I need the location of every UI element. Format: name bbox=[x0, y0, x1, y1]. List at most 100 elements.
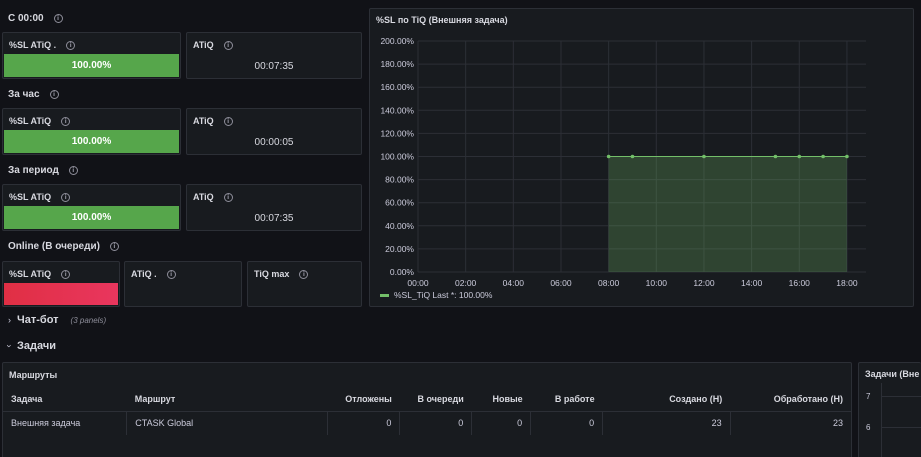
info-icon[interactable]: i bbox=[223, 192, 233, 202]
legend-swatch bbox=[380, 294, 389, 297]
info-icon[interactable]: i bbox=[68, 166, 78, 175]
section-label-text: За час bbox=[8, 89, 40, 100]
panel-title: %SL ATiQ bbox=[9, 116, 52, 126]
column-header[interactable]: В очереди bbox=[399, 387, 472, 412]
chevron-down-icon: › bbox=[4, 344, 15, 348]
sl-value-bar: 100.00% bbox=[4, 206, 179, 229]
sl-value-bar: 100.00% bbox=[4, 130, 179, 153]
column-header[interactable]: Маршрут bbox=[126, 387, 328, 412]
section-label-period: За период i bbox=[8, 165, 78, 176]
data-point bbox=[606, 154, 611, 159]
y-tick-label: 140.00% bbox=[380, 105, 414, 115]
sl-atiq-panel-since-midnight: %SL ATiQ . i 100.00% bbox=[2, 32, 181, 79]
table-cell: Внешняя задача bbox=[3, 411, 128, 435]
y-tick-label: 7 bbox=[866, 392, 871, 401]
section-label-since-midnight: С 00:00 i bbox=[8, 13, 63, 24]
online-tiq-max-panel: TiQ max i bbox=[247, 261, 362, 307]
info-icon[interactable]: i bbox=[166, 269, 176, 279]
panel-title: TiQ max bbox=[254, 269, 290, 279]
x-tick-label: 14:00 bbox=[741, 278, 763, 288]
chevron-right-icon: › bbox=[8, 315, 11, 325]
sl-atiq-panel-last-hour: %SL ATiQ i 100.00% bbox=[2, 108, 181, 155]
table-cell: 0 bbox=[471, 411, 532, 435]
atiq-panel-since-midnight: ATiQ i 00:07:35 bbox=[186, 32, 362, 79]
column-header[interactable]: Обработано (Н) bbox=[730, 387, 851, 412]
y-tick-label: 160.00% bbox=[380, 82, 414, 92]
panel-title: Маршруты bbox=[9, 370, 58, 380]
table-cell: 23 bbox=[602, 411, 731, 435]
sl-value-bar-red bbox=[4, 283, 118, 305]
data-point bbox=[821, 154, 825, 159]
section-label-last-hour: За час i bbox=[8, 89, 59, 100]
info-icon[interactable]: i bbox=[299, 269, 309, 279]
area-chart: 0.00% 20.00% 40.00% 60.00% 80.00% 100.00% 120.… bbox=[380, 36, 866, 300]
x-tick-label: 18:00 bbox=[836, 278, 858, 288]
panel-title: %SL ATiQ bbox=[9, 192, 52, 202]
info-icon[interactable]: i bbox=[223, 116, 233, 126]
routes-table: Задача Маршрут Отложены В очереди Новые … bbox=[3, 387, 851, 435]
info-icon[interactable]: i bbox=[49, 90, 59, 99]
section-label-text: С 00:00 bbox=[8, 13, 44, 24]
grid-line bbox=[881, 383, 882, 457]
y-tick-label: 20.00% bbox=[385, 244, 414, 254]
x-tick-label: 00:00 bbox=[407, 278, 429, 288]
atiq-panel-period: ATiQ i 00:07:35 bbox=[186, 184, 362, 231]
row-toggle-chatbot[interactable]: › Чат-бот (3 panels) bbox=[8, 314, 106, 326]
data-point bbox=[702, 154, 706, 159]
y-tick-label: 60.00% bbox=[385, 198, 414, 208]
legend-label: %SL_TiQ Last *: 100.00% bbox=[394, 290, 493, 300]
info-icon[interactable]: i bbox=[53, 14, 63, 23]
y-tick-label: 80.00% bbox=[385, 175, 414, 185]
row-panel-count: (3 panels) bbox=[70, 315, 107, 325]
atiq-value: 00:07:35 bbox=[254, 61, 294, 72]
column-header[interactable]: Отложены bbox=[327, 387, 400, 412]
x-tick-label: 04:00 bbox=[503, 278, 525, 288]
table-cell: 0 bbox=[327, 411, 401, 435]
info-icon[interactable]: i bbox=[61, 269, 71, 279]
column-header[interactable]: Задача bbox=[3, 387, 127, 412]
online-sl-atiq-panel: %SL ATiQ i bbox=[2, 261, 120, 307]
data-point bbox=[630, 154, 635, 159]
x-tick-label: 16:00 bbox=[789, 278, 811, 288]
info-icon[interactable]: i bbox=[66, 40, 76, 50]
series-area bbox=[608, 156, 847, 272]
panel-title: Задачи (Вне bbox=[865, 369, 920, 379]
routes-table-panel: Маршруты Задача Маршрут Отложены В очере… bbox=[2, 362, 852, 457]
table-cell: 23 bbox=[832, 418, 843, 429]
online-atiq-panel: ATiQ . i bbox=[124, 261, 242, 307]
panel-title: ATiQ bbox=[193, 116, 214, 126]
row-toggle-tasks[interactable]: › Задачи bbox=[4, 340, 56, 352]
section-label-text: Online (В очереди) bbox=[8, 241, 100, 252]
section-label-online: Online (В очереди) i bbox=[8, 241, 119, 252]
data-point bbox=[773, 154, 778, 159]
y-tick-label: 6 bbox=[866, 423, 871, 432]
info-icon[interactable]: i bbox=[109, 242, 119, 251]
y-tick-label: 200.00% bbox=[380, 36, 414, 46]
column-header[interactable]: В работе bbox=[530, 387, 603, 412]
table-row: Внешняя задача CTASK Global 0 0 0 0 23 2… bbox=[3, 411, 851, 435]
panel-title: ATiQ bbox=[193, 192, 214, 202]
panel-title: %SL ATiQ . bbox=[9, 40, 57, 50]
x-tick-label: 02:00 bbox=[455, 278, 477, 288]
x-tick-label: 12:00 bbox=[693, 278, 715, 288]
y-tick-label: 40.00% bbox=[385, 221, 414, 231]
sl-atiq-panel-period: %SL ATiQ i 100.00% bbox=[2, 184, 181, 231]
atiq-value: 00:00:05 bbox=[254, 137, 294, 148]
column-header[interactable]: Новые bbox=[471, 387, 531, 412]
atiq-value: 00:07:35 bbox=[254, 213, 294, 224]
data-point bbox=[845, 154, 849, 159]
info-icon[interactable]: i bbox=[61, 116, 71, 126]
sl-tiq-chart-panel: %SL по TiQ (Внешняя задача) 0.00% 20.00% 4… bbox=[369, 8, 914, 307]
info-icon[interactable]: i bbox=[223, 40, 233, 50]
column-header[interactable]: Создано (Н) bbox=[602, 387, 731, 412]
panel-title: %SL ATiQ bbox=[9, 269, 52, 279]
row-title: Чат-бот bbox=[17, 314, 59, 326]
panel-title: ATiQ . bbox=[131, 269, 157, 279]
grid-line bbox=[881, 427, 921, 428]
y-tick-label: 100.00% bbox=[380, 152, 414, 162]
table-cell: 0 bbox=[530, 411, 604, 435]
section-label-text: За период bbox=[8, 165, 59, 176]
table-header-row: Задача Маршрут Отложены В очереди Новые … bbox=[3, 387, 851, 412]
info-icon[interactable]: i bbox=[61, 192, 71, 202]
row-title: Задачи bbox=[17, 340, 56, 352]
